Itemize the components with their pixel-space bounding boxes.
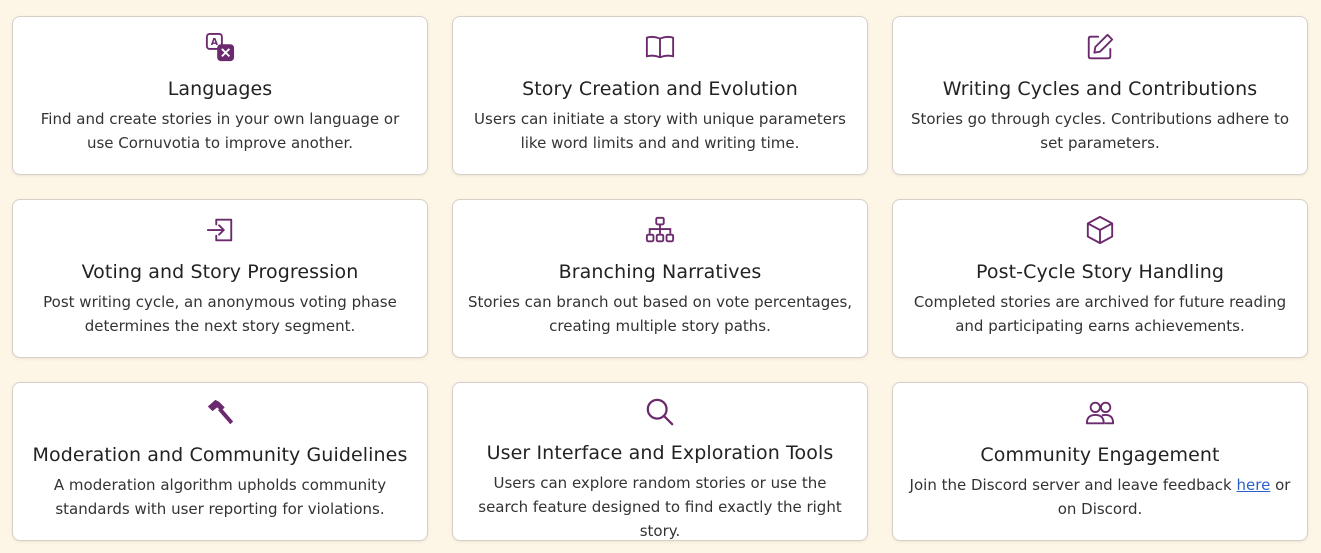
feature-card-branching: Branching Narratives Stories can branch … [452, 199, 868, 358]
description-text: Join the Discord server and leave feedba… [909, 476, 1237, 494]
feature-description: Users can initiate a story with unique p… [474, 110, 846, 152]
cube-icon [1084, 214, 1116, 246]
feature-description: Users can explore random stories or use … [478, 474, 842, 540]
hierarchy-tree-icon [644, 214, 676, 246]
hammer-icon [204, 397, 236, 429]
feature-title: Voting and Story Progression [81, 261, 359, 283]
feature-description: Stories can branch out based on vote per… [467, 293, 853, 335]
svg-text:A: A [211, 37, 219, 48]
feature-card-story-creation: Story Creation and Evolution Users can i… [452, 16, 868, 175]
feature-description: Find and create stories in your own lang… [40, 110, 400, 152]
feature-title: Languages [167, 78, 273, 100]
feature-card-voting: Voting and Story Progression Post writin… [12, 199, 428, 358]
users-icon [1084, 397, 1116, 429]
feature-card-writing-cycles: Writing Cycles and Contributions Stories… [892, 16, 1308, 175]
feature-title: User Interface and Exploration Tools [486, 442, 834, 464]
language-icon: A [204, 31, 236, 63]
feature-title: Writing Cycles and Contributions [942, 78, 1258, 100]
feature-card-post-cycle: Post-Cycle Story Handling Completed stor… [892, 199, 1308, 358]
features-grid: A Languages Find and create stories in y… [12, 16, 1308, 541]
feature-card-community: Community Engagement Join the Discord se… [892, 382, 1308, 541]
edit-pencil-icon [1084, 31, 1116, 63]
search-icon [644, 397, 676, 427]
sign-in-arrow-icon [204, 214, 236, 246]
feature-card-moderation: Moderation and Community Guidelines A mo… [12, 382, 428, 541]
feature-description: Join the Discord server and leave feedba… [907, 473, 1293, 521]
feedback-link[interactable]: here [1237, 476, 1271, 494]
feature-title: Story Creation and Evolution [522, 78, 798, 100]
feature-title: Post-Cycle Story Handling [976, 261, 1224, 283]
feature-description: A moderation algorithm upholds community… [53, 476, 387, 518]
feature-description: Post writing cycle, an anonymous voting … [43, 293, 397, 335]
open-book-icon [644, 31, 676, 63]
feature-title: Community Engagement [980, 444, 1220, 466]
feature-title: Branching Narratives [558, 261, 762, 283]
feature-title: Moderation and Community Guidelines [32, 444, 408, 466]
feature-card-languages: A Languages Find and create stories in y… [12, 16, 428, 175]
feature-description: Completed stories are archived for futur… [913, 293, 1287, 335]
feature-card-exploration: User Interface and Exploration Tools Use… [452, 382, 868, 541]
feature-description: Stories go through cycles. Contributions… [910, 110, 1290, 152]
